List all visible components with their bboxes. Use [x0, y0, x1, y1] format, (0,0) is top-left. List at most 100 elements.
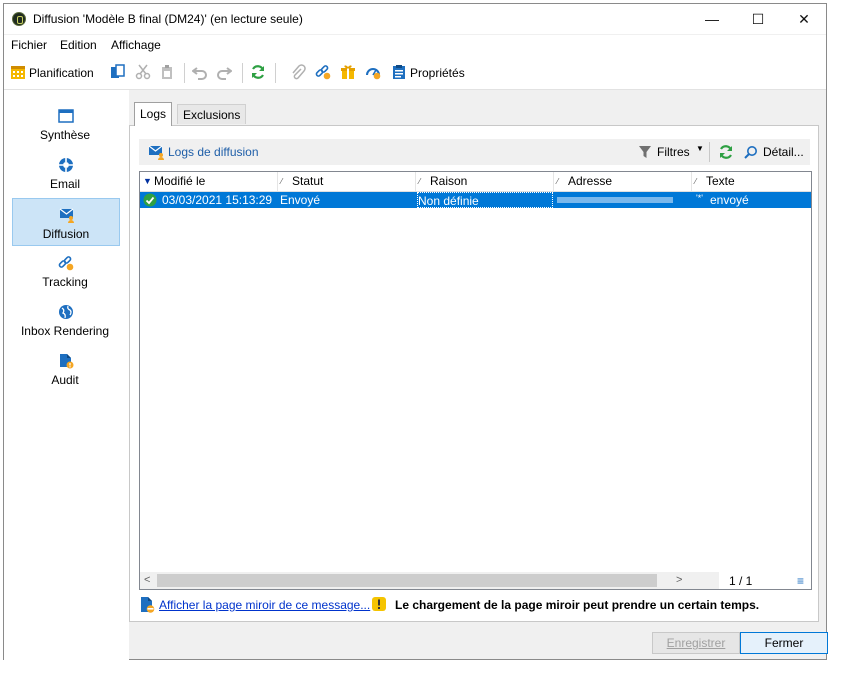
minimize-button[interactable]: — — [689, 4, 735, 34]
scrollbar-thumb[interactable] — [157, 574, 657, 587]
column-texte[interactable]: ⁄ Texte — [692, 172, 811, 191]
tab-exclusions[interactable]: Exclusions — [177, 104, 247, 124]
sidebar-item-label: Tracking — [42, 275, 88, 289]
pagination: 1 / 1 — [729, 574, 753, 588]
sidebar-item-inbox-rendering[interactable]: Inbox Rendering — [12, 296, 120, 344]
mirror-page-row: Afficher la page miroir de ce message...… — [139, 596, 810, 616]
proprietes-button[interactable]: Propriétés — [410, 66, 465, 80]
menu-fichier[interactable]: Fichier — [11, 38, 47, 52]
chevron-down-icon[interactable]: ▼ — [696, 144, 704, 153]
detail-button[interactable]: Détail... — [763, 145, 804, 159]
sidebar-item-synthese[interactable]: Synthèse — [12, 100, 120, 148]
sort-handle-icon: ⁄ — [557, 177, 559, 186]
column-label: Modifié le — [154, 174, 206, 188]
column-raison[interactable]: ⁄ Raison — [416, 172, 554, 191]
sidebar-item-audit[interactable]: Audit — [12, 345, 120, 393]
globe-icon — [59, 305, 73, 319]
summary-window-icon — [58, 109, 74, 123]
sidebar-item-label: Inbox Rendering — [20, 324, 110, 338]
sidebar-item-tracking[interactable]: Tracking — [12, 247, 120, 295]
planification-button[interactable]: Planification — [29, 66, 94, 80]
menu-affichage[interactable]: Affichage — [111, 38, 161, 52]
save-button[interactable]: Enregistrer — [652, 632, 740, 654]
cell-texte: envoyé — [710, 193, 749, 207]
toolbar-separator — [242, 63, 243, 83]
email-lifebuoy-icon — [59, 158, 73, 172]
check-circle-icon — [143, 193, 157, 207]
main-content: Logs Exclusions Logs de diffusion Filtre… — [129, 102, 819, 622]
sort-handle-icon: ⁄ — [419, 177, 421, 186]
calendar-icon[interactable] — [10, 64, 26, 80]
cell-adresse — [554, 192, 692, 208]
toolbar: Planification Propriétés — [4, 55, 826, 90]
logs-panel: Logs de diffusion Filtres ▼ Détail... ▼ … — [129, 125, 819, 622]
cell-raison: Non définie — [417, 192, 553, 208]
sidebar-item-label: Audit — [51, 373, 79, 387]
tab-logs[interactable]: Logs — [134, 102, 173, 126]
table-header: ▼ Modifié le ⁄ Statut ⁄ Raison ⁄ Adresse — [140, 172, 811, 192]
redacted-address — [557, 197, 673, 203]
copy-icon[interactable] — [110, 64, 126, 80]
list-menu-icon[interactable]: ≡ — [797, 573, 804, 590]
attachment-icon[interactable] — [290, 64, 306, 80]
cell-texte-prefix: '*' — [696, 193, 703, 203]
logs-table: ▼ Modifié le ⁄ Statut ⁄ Raison ⁄ Adresse — [139, 171, 812, 590]
sidebar-item-label: Email — [49, 177, 80, 191]
filter-icon — [639, 146, 651, 158]
undo-icon[interactable] — [192, 64, 208, 80]
cut-icon[interactable] — [135, 64, 151, 80]
filters-button[interactable]: Filtres — [657, 145, 690, 159]
envelope-person-icon — [148, 145, 164, 160]
refresh-icon[interactable] — [250, 64, 266, 80]
menu-edition[interactable]: Edition — [60, 38, 97, 52]
mirror-page-link[interactable]: Afficher la page miroir de ce message... — [159, 598, 370, 612]
maximize-button[interactable]: ☐ — [735, 4, 781, 34]
column-statut[interactable]: ⁄ Statut — [278, 172, 416, 191]
delivery-window: Diffusion 'Modèle B final (DM24)' (en le… — [3, 3, 828, 660]
horizontal-scrollbar[interactable]: < > — [140, 572, 719, 589]
properties-icon[interactable] — [391, 64, 407, 80]
logs-toolbar: Logs de diffusion Filtres ▼ Détail... — [139, 139, 810, 165]
paste-icon[interactable] — [159, 64, 175, 80]
sidebar-item-email[interactable]: Email — [12, 149, 120, 197]
redo-icon[interactable] — [216, 64, 232, 80]
close-window-button[interactable]: ✕ — [781, 4, 827, 34]
gauge-icon[interactable] — [365, 64, 381, 80]
toolbar-separator — [184, 63, 185, 83]
link-tracking-icon — [58, 256, 74, 271]
audit-file-icon — [60, 354, 74, 369]
sidebar-item-label: Diffusion — [42, 227, 90, 241]
sidebar-item-label: Synthèse — [39, 128, 91, 142]
title-bar: Diffusion 'Modèle B final (DM24)' (en le… — [4, 4, 826, 34]
column-label: Texte — [706, 174, 735, 188]
link-icon[interactable] — [315, 64, 331, 80]
search-icon — [744, 146, 757, 159]
cell-date: 03/03/2021 15:13:29 — [162, 193, 273, 207]
sidebar: Synthèse Email Diffusion Tracking Inbox … — [4, 90, 129, 660]
logs-title: Logs de diffusion — [168, 145, 259, 159]
gift-icon[interactable] — [340, 64, 356, 80]
mirror-warning-text: Le chargement de la page miroir peut pre… — [395, 598, 760, 612]
mirror-page-icon — [141, 597, 155, 613]
scroll-right-icon[interactable]: > — [676, 572, 682, 589]
table-row[interactable]: 03/03/2021 15:13:29 Envoyé Non définie '… — [140, 192, 811, 208]
menu-bar: Fichier Edition Affichage — [4, 35, 826, 55]
refresh-icon[interactable] — [718, 144, 734, 160]
close-button[interactable]: Fermer — [740, 632, 828, 654]
column-adresse[interactable]: ⁄ Adresse — [554, 172, 692, 191]
close-button-label: Fermer — [764, 636, 804, 650]
column-modifie-le[interactable]: ▼ Modifié le — [140, 172, 278, 191]
sidebar-item-diffusion[interactable]: Diffusion — [12, 198, 120, 246]
sort-handle-icon: ⁄ — [281, 177, 283, 186]
warning-icon — [372, 597, 386, 611]
logs-toolbar-separator — [709, 142, 710, 162]
sort-descending-icon: ▼ — [143, 176, 152, 186]
cell-statut: Envoyé — [280, 193, 321, 207]
column-label: Raison — [430, 174, 468, 188]
window-title: Diffusion 'Modèle B final (DM24)' (en le… — [33, 12, 303, 26]
app-logo-icon — [12, 12, 26, 26]
sort-handle-icon: ⁄ — [695, 177, 697, 186]
scroll-left-icon[interactable]: < — [144, 572, 150, 589]
save-button-label: Enregistrer — [666, 636, 726, 650]
column-label: Statut — [292, 174, 324, 188]
